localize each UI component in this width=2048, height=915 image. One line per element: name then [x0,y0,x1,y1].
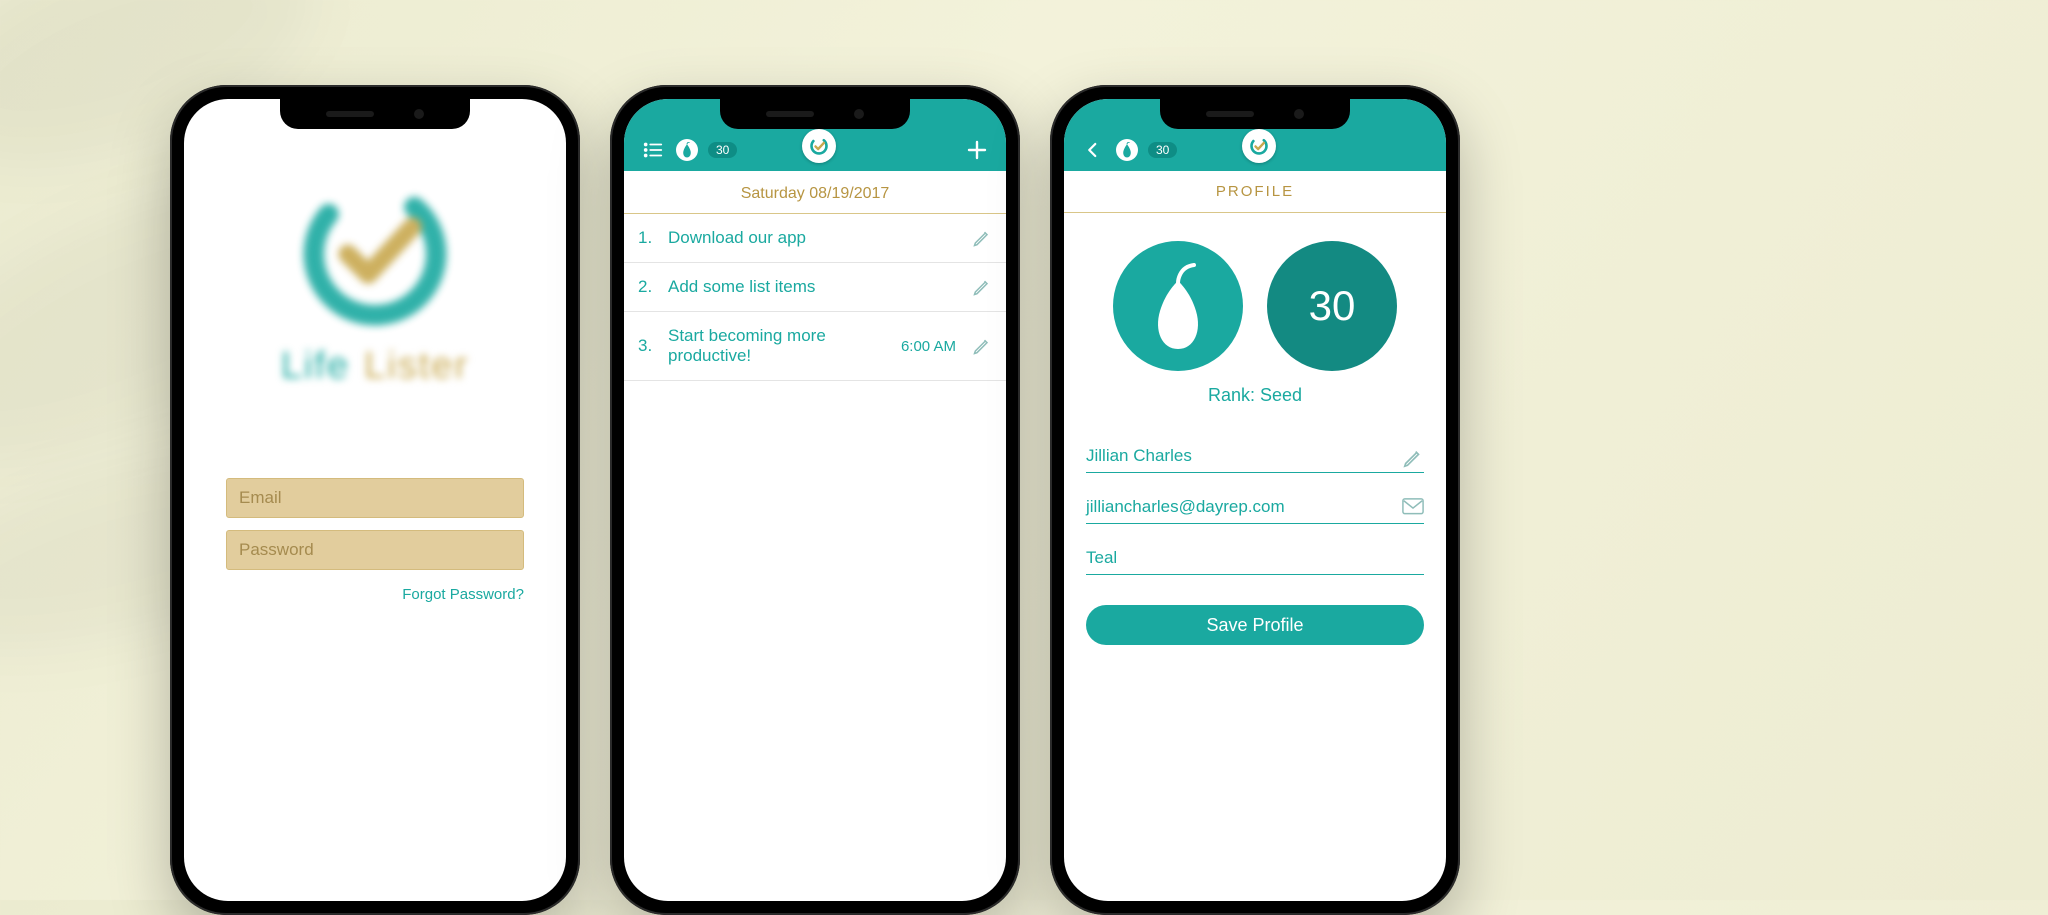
list-item[interactable]: 3. Start becoming more productive! 6:00 … [624,312,1006,381]
save-profile-button[interactable]: Save Profile [1086,605,1424,645]
edit-icon[interactable] [1402,447,1424,465]
brand-name: Life Lister [281,345,469,388]
list-item[interactable]: 1. Download our app [624,214,1006,263]
profile-summary: 30 [1064,241,1446,371]
rank-icon [1113,241,1243,371]
seed-icon[interactable] [1116,139,1138,161]
theme-field[interactable]: Teal [1086,548,1424,575]
password-field[interactable]: Password [226,530,524,570]
list-item-text: Add some list items [668,277,962,297]
phone-list: 30 Saturday 08/19/2017 [610,85,1020,915]
app-logo-icon[interactable] [1242,129,1276,163]
edit-icon[interactable] [972,228,992,248]
mail-icon [1402,498,1424,516]
list-item[interactable]: 2. Add some list items [624,263,1006,312]
points-circle: 30 [1267,241,1397,371]
section-title: PROFILE [1064,171,1446,213]
add-item-button[interactable] [964,137,990,163]
profile-theme: Teal [1086,548,1117,568]
email-field[interactable]: Email [226,478,524,518]
rank-label: Rank: Seed [1064,385,1446,406]
forgot-password-link[interactable]: Forgot Password? [402,586,524,603]
profile-email: jilliancharles@dayrep.com [1086,497,1285,517]
email-field[interactable]: jilliancharles@dayrep.com [1086,497,1424,524]
phone-profile: 30 PROFILE [1050,85,1460,915]
name-field[interactable]: Jillian Charles [1086,446,1424,473]
profile-name: Jillian Charles [1086,446,1192,466]
points-badge: 30 [1148,142,1177,158]
password-placeholder: Password [239,540,314,560]
menu-icon[interactable] [640,137,666,163]
app-logo-icon[interactable] [802,129,836,163]
list-item-text: Start becoming more productive! [668,326,891,366]
list-item-time: 6:00 AM [901,338,956,355]
app-logo-large [290,169,460,339]
edit-icon[interactable] [972,277,992,297]
points-badge: 30 [708,142,737,158]
date-header: Saturday 08/19/2017 [624,171,1006,214]
back-icon[interactable] [1080,137,1106,163]
list-item-text: Download our app [668,228,962,248]
seed-icon[interactable] [676,139,698,161]
email-placeholder: Email [239,488,282,508]
phone-login: Life Lister Email Password Forgot Passwo… [170,85,580,915]
edit-icon[interactable] [972,336,992,356]
